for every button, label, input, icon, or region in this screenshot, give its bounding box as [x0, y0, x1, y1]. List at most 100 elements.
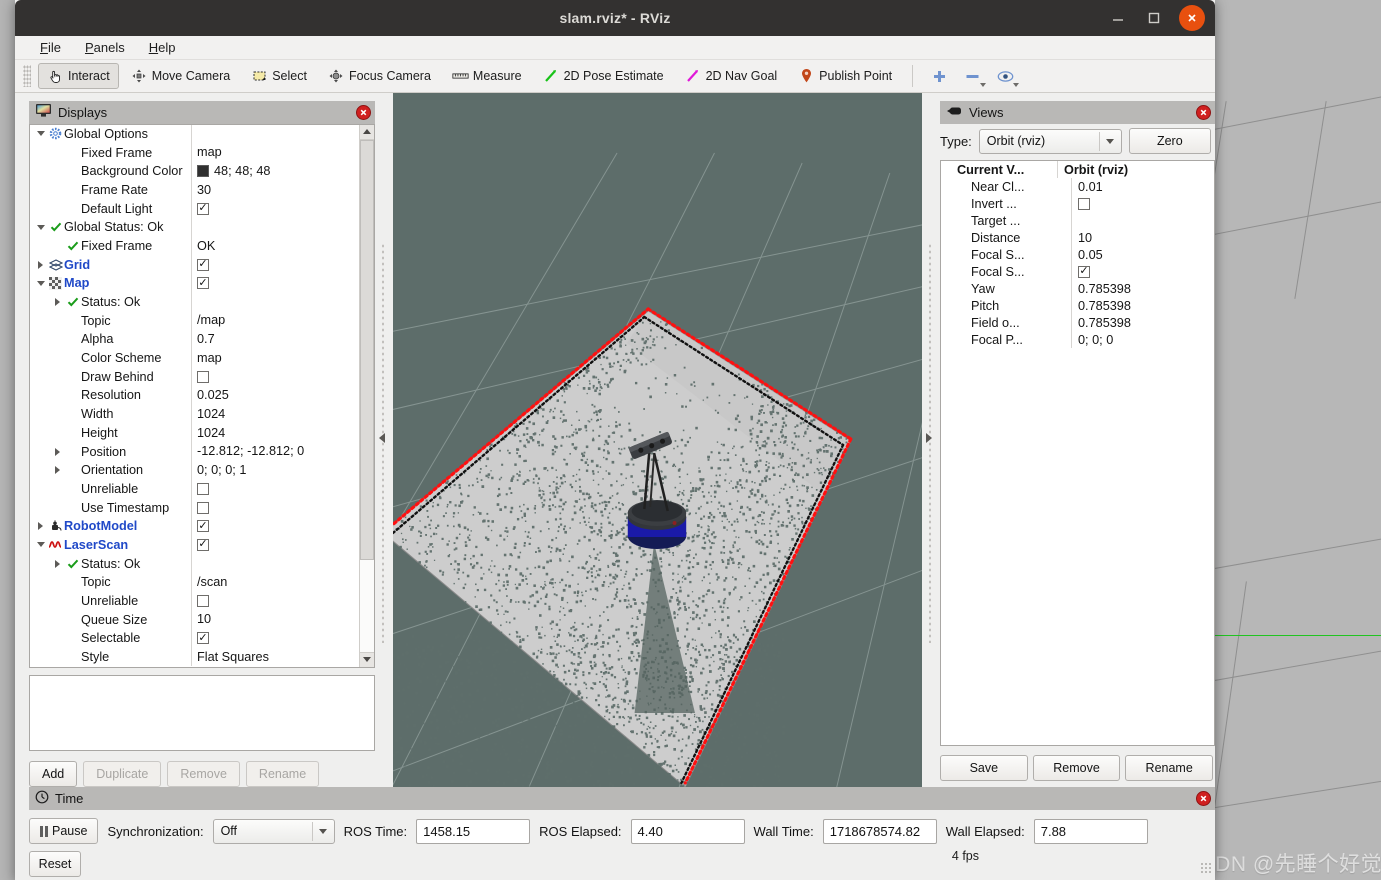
- checkbox-checked[interactable]: ✓: [197, 520, 209, 532]
- checkbox-checked[interactable]: ✓: [197, 277, 209, 289]
- view-property-value[interactable]: 0; 0; 0: [1071, 331, 1214, 348]
- view-property-row[interactable]: Yaw 0.785398: [941, 280, 1214, 297]
- scroll-up-button[interactable]: [360, 125, 374, 140]
- display-tree-row[interactable]: Orientation 0; 0; 0; 1: [30, 461, 359, 480]
- pause-button[interactable]: Pause: [29, 818, 98, 844]
- tree-row-value[interactable]: [191, 293, 359, 312]
- tree-row-value[interactable]: 48; 48; 48: [191, 162, 359, 181]
- display-tree-row[interactable]: Alpha 0.7: [30, 330, 359, 349]
- tree-row-value[interactable]: [191, 480, 359, 499]
- display-tree-row[interactable]: Background Color 48; 48; 48: [30, 162, 359, 181]
- close-icon[interactable]: [356, 105, 371, 120]
- displays-tree[interactable]: Global Options Fixed Frame map Background C…: [29, 124, 375, 668]
- view-property-value[interactable]: [1071, 195, 1214, 212]
- tree-row-value[interactable]: 30: [191, 181, 359, 200]
- displays-scrollbar[interactable]: [359, 125, 374, 667]
- display-tree-row[interactable]: Map ✓: [30, 274, 359, 293]
- display-tree-row[interactable]: Width 1024: [30, 405, 359, 424]
- display-tree-row[interactable]: Style Flat Squares: [30, 648, 359, 667]
- tree-expander[interactable]: [51, 298, 64, 306]
- camera-view-button[interactable]: [990, 63, 1020, 89]
- synchronization-select[interactable]: Off: [213, 819, 335, 844]
- display-tree-row[interactable]: Draw Behind: [30, 367, 359, 386]
- tree-row-value[interactable]: [191, 554, 359, 573]
- view-property-row[interactable]: Target ...: [941, 212, 1214, 229]
- tree-row-value[interactable]: map: [191, 349, 359, 368]
- tree-row-value[interactable]: ✓: [191, 536, 359, 555]
- menu-panels[interactable]: Panels: [82, 39, 128, 56]
- view-property-value[interactable]: 0.785398: [1071, 314, 1214, 331]
- checkbox-checked[interactable]: ✓: [197, 203, 209, 215]
- tool-2d-pose-estimate[interactable]: 2D Pose Estimate: [534, 63, 673, 89]
- checkbox-unchecked[interactable]: [197, 502, 209, 514]
- reset-button[interactable]: Reset: [29, 851, 81, 877]
- tree-row-value[interactable]: ✓: [191, 199, 359, 218]
- view-type-select[interactable]: Orbit (rviz): [979, 129, 1122, 154]
- tool-measure[interactable]: Measure: [443, 63, 531, 89]
- checkbox-checked[interactable]: ✓: [197, 632, 209, 644]
- checkbox-unchecked[interactable]: [197, 483, 209, 495]
- tool-2d-nav-goal[interactable]: 2D Nav Goal: [676, 63, 787, 89]
- scrollbar-track[interactable]: [360, 140, 374, 652]
- tree-expander[interactable]: [34, 225, 47, 230]
- display-tree-row[interactable]: Fixed Frame OK: [30, 237, 359, 256]
- ros-elapsed-field[interactable]: 4.40: [631, 819, 745, 844]
- tree-row-value[interactable]: [191, 498, 359, 517]
- tree-row-value[interactable]: 0.7: [191, 330, 359, 349]
- tree-expander[interactable]: [34, 261, 47, 269]
- tree-row-value[interactable]: 1024: [191, 424, 359, 443]
- view-property-value[interactable]: 10: [1071, 229, 1214, 246]
- save-view-button[interactable]: Save: [940, 755, 1028, 781]
- views-tree[interactable]: Current V... Orbit (rviz) Near Cl... 0.01 In…: [940, 160, 1215, 746]
- rename-view-button[interactable]: Rename: [1125, 755, 1213, 781]
- tree-row-value[interactable]: [191, 367, 359, 386]
- remove-display-button[interactable]: Remove: [167, 761, 240, 787]
- view-property-row[interactable]: Current V... Orbit (rviz): [941, 161, 1214, 178]
- minimize-icon[interactable]: [1107, 7, 1129, 29]
- display-tree-row[interactable]: Color Scheme map: [30, 349, 359, 368]
- tree-row-value[interactable]: -12.812; -12.812; 0: [191, 442, 359, 461]
- tree-row-value[interactable]: /scan: [191, 573, 359, 592]
- view-property-value[interactable]: 0.01: [1071, 178, 1214, 195]
- view-property-value[interactable]: ✓: [1071, 263, 1214, 280]
- display-tree-row[interactable]: Grid ✓: [30, 255, 359, 274]
- scroll-down-button[interactable]: [360, 652, 374, 667]
- display-tree-row[interactable]: Topic/map: [30, 311, 359, 330]
- tree-expander[interactable]: [34, 522, 47, 530]
- wall-time-field[interactable]: 1718678574.82: [823, 819, 937, 844]
- view-property-value[interactable]: 0.05: [1071, 246, 1214, 263]
- tree-row-value[interactable]: Flat Squares: [191, 648, 359, 667]
- add-display-button[interactable]: Add: [29, 761, 77, 787]
- tool-move-camera[interactable]: Move Camera: [122, 63, 240, 89]
- display-tree-row[interactable]: LaserScan ✓: [30, 536, 359, 555]
- display-tree-row[interactable]: Status: Ok: [30, 554, 359, 573]
- tool-select[interactable]: Select: [242, 63, 316, 89]
- wall-elapsed-field[interactable]: 7.88: [1034, 819, 1148, 844]
- display-tree-row[interactable]: Queue Size 10: [30, 610, 359, 629]
- tool-interact[interactable]: Interact: [38, 63, 119, 89]
- display-tree-row[interactable]: Use Timestamp: [30, 498, 359, 517]
- collapse-left-arrow-icon[interactable]: [379, 433, 385, 443]
- ros-time-field[interactable]: 1458.15: [416, 819, 530, 844]
- checkbox-unchecked[interactable]: [1078, 198, 1090, 210]
- render-view-3d[interactable]: [393, 93, 923, 787]
- tree-row-value[interactable]: 0; 0; 0; 1: [191, 461, 359, 480]
- display-tree-row[interactable]: Default Light ✓: [30, 199, 359, 218]
- display-tree-row[interactable]: Frame Rate 30: [30, 181, 359, 200]
- tree-expander[interactable]: [51, 448, 64, 456]
- resize-grip[interactable]: [1200, 862, 1212, 874]
- display-tree-row[interactable]: Position -12.812; -12.812; 0: [30, 442, 359, 461]
- display-tree-row[interactable]: Topic/scan: [30, 573, 359, 592]
- view-property-row[interactable]: Field o... 0.785398: [941, 314, 1214, 331]
- tree-row-value[interactable]: 0.025: [191, 386, 359, 405]
- tree-row-value[interactable]: [191, 218, 359, 237]
- right-splitter[interactable]: [922, 93, 940, 787]
- tree-row-value[interactable]: ✓: [191, 255, 359, 274]
- tool-publish-point[interactable]: Publish Point: [789, 63, 901, 89]
- collapse-right-arrow-icon[interactable]: [926, 433, 932, 443]
- checkbox-checked[interactable]: ✓: [197, 539, 209, 551]
- view-property-value[interactable]: 0.785398: [1071, 297, 1214, 314]
- rename-display-button[interactable]: Rename: [246, 761, 319, 787]
- tree-expander[interactable]: [34, 542, 47, 547]
- display-tree-row[interactable]: Fixed Frame map: [30, 143, 359, 162]
